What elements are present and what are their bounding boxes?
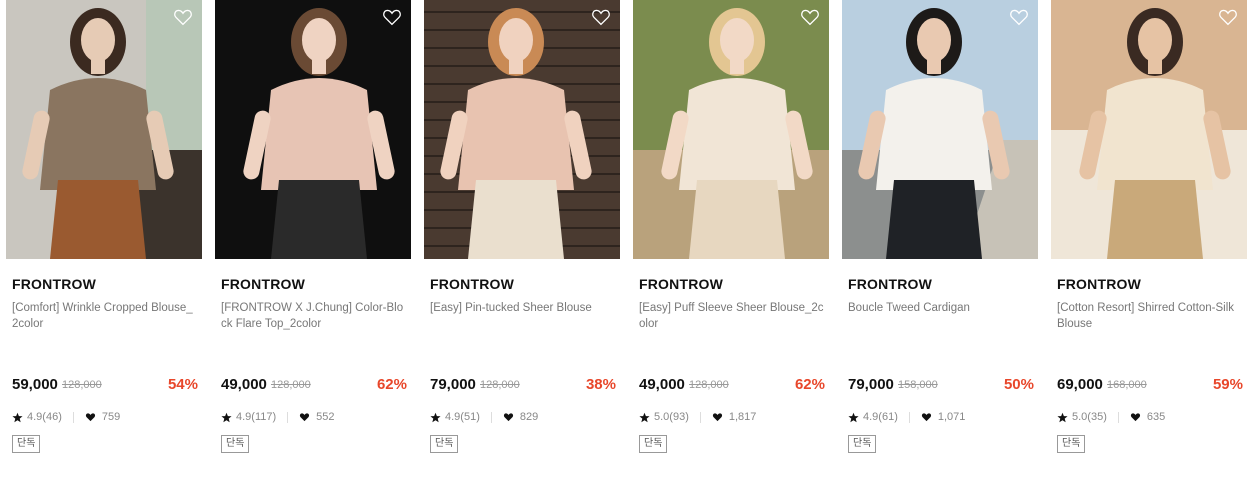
brand-name[interactable]: FRONTROW bbox=[639, 276, 723, 292]
sale-price: 59,000 bbox=[12, 376, 58, 393]
model-photo bbox=[215, 0, 411, 259]
sale-price: 69,000 bbox=[1057, 376, 1103, 393]
brand-name[interactable]: FRONTROW bbox=[12, 276, 96, 292]
brand-name[interactable]: FRONTROW bbox=[430, 276, 514, 292]
heart-icon bbox=[1130, 413, 1140, 422]
heart-icon bbox=[300, 413, 310, 422]
star-icon bbox=[848, 412, 859, 422]
brand-name[interactable]: FRONTROW bbox=[848, 276, 932, 292]
sale-price: 49,000 bbox=[639, 376, 685, 393]
rating-text: 4.9(51) bbox=[445, 411, 480, 423]
star-icon bbox=[639, 412, 650, 422]
heart-outline-icon[interactable] bbox=[1218, 8, 1238, 26]
sale-price: 79,000 bbox=[430, 376, 476, 393]
sale-price: 49,000 bbox=[221, 376, 267, 393]
original-price: 128,000 bbox=[271, 379, 311, 391]
exclusive-badge: 단독 bbox=[430, 435, 459, 453]
product-image[interactable] bbox=[633, 0, 829, 259]
product-title[interactable]: [Cotton Resort] Shirred Cotton-Silk Blou… bbox=[1057, 300, 1243, 332]
rating-text: 4.9(46) bbox=[27, 411, 62, 423]
exclusive-badge: 단독 bbox=[848, 435, 877, 453]
product-meta: 4.9(46) 759 bbox=[12, 410, 120, 424]
heart-icon bbox=[921, 413, 931, 422]
meta-divider bbox=[72, 411, 74, 423]
star-icon bbox=[1057, 412, 1068, 422]
original-price: 168,000 bbox=[1107, 379, 1147, 391]
heart-icon bbox=[503, 413, 513, 422]
product-image[interactable] bbox=[842, 0, 1038, 259]
heart-outline-icon[interactable] bbox=[591, 8, 611, 26]
product-card[interactable]: FRONTROW [Easy] Puff Sleeve Sheer Blouse_… bbox=[633, 0, 829, 453]
meta-divider bbox=[908, 411, 910, 423]
likes-count: 552 bbox=[316, 411, 335, 423]
heart-outline-icon[interactable] bbox=[382, 8, 402, 26]
star-icon bbox=[430, 412, 441, 422]
product-title[interactable]: [Comfort] Wrinkle Cropped Blouse_2color bbox=[12, 300, 198, 332]
model-photo bbox=[424, 0, 620, 259]
meta-divider bbox=[699, 411, 701, 423]
likes-count: 1,817 bbox=[728, 411, 757, 423]
heart-outline-icon[interactable] bbox=[800, 8, 820, 26]
sale-price: 79,000 bbox=[848, 376, 894, 393]
original-price: 158,000 bbox=[898, 379, 938, 391]
likes-count: 829 bbox=[519, 411, 539, 423]
exclusive-badge: 단독 bbox=[639, 435, 668, 453]
discount-rate: 38% bbox=[585, 376, 616, 393]
heart-outline-icon[interactable] bbox=[1009, 8, 1029, 26]
exclusive-badge: 단독 bbox=[12, 435, 41, 453]
likes-count: 635 bbox=[1146, 411, 1166, 423]
product-image[interactable] bbox=[1051, 0, 1247, 259]
product-image[interactable] bbox=[6, 0, 202, 259]
model-photo bbox=[842, 0, 1038, 259]
discount-rate: 50% bbox=[1003, 376, 1034, 393]
product-card[interactable]: FRONTROW [Easy] Pin-tucked Sheer Blouse 79… bbox=[424, 0, 620, 453]
rating-text: 5.0(93) bbox=[654, 411, 689, 423]
product-card[interactable]: FRONTROW Boucle Tweed Cardigan 79,000 158,0… bbox=[842, 0, 1038, 453]
brand-name[interactable]: FRONTROW bbox=[1057, 276, 1141, 292]
rating-text: 4.9(61) bbox=[863, 411, 898, 423]
meta-divider bbox=[1117, 411, 1119, 423]
star-icon bbox=[12, 412, 23, 422]
discount-rate: 59% bbox=[1212, 376, 1243, 393]
product-title[interactable]: Boucle Tweed Cardigan bbox=[848, 300, 1034, 316]
product-grid: FRONTROW [Comfort] Wrinkle Cropped Blouse… bbox=[0, 0, 1251, 483]
meta-divider bbox=[287, 411, 289, 423]
heart-icon bbox=[712, 413, 722, 422]
product-meta: 4.9(117) 552 bbox=[221, 410, 335, 424]
product-card[interactable]: FRONTROW [Comfort] Wrinkle Cropped Blouse… bbox=[6, 0, 202, 453]
discount-rate: 62% bbox=[376, 376, 407, 393]
product-meta: 4.9(61) 1,071 bbox=[848, 410, 965, 424]
product-meta: 5.0(35) 635 bbox=[1057, 410, 1165, 424]
rating-text: 4.9(117) bbox=[236, 411, 277, 423]
product-card[interactable]: FRONTROW [FRONTROW X J.Chung] Color-Block… bbox=[215, 0, 411, 453]
product-title[interactable]: [Easy] Puff Sleeve Sheer Blouse_2color bbox=[639, 300, 825, 332]
heart-icon bbox=[85, 413, 95, 422]
original-price: 128,000 bbox=[62, 379, 102, 391]
likes-count: 1,071 bbox=[937, 411, 966, 423]
exclusive-badge: 단독 bbox=[221, 435, 250, 453]
product-image[interactable] bbox=[215, 0, 411, 259]
original-price: 128,000 bbox=[480, 379, 520, 391]
discount-rate: 54% bbox=[167, 376, 198, 393]
product-card[interactable]: FRONTROW [Cotton Resort] Shirred Cotton-S… bbox=[1051, 0, 1247, 453]
heart-outline-icon[interactable] bbox=[173, 8, 193, 26]
exclusive-badge: 단독 bbox=[1057, 435, 1086, 453]
original-price: 128,000 bbox=[689, 379, 729, 391]
meta-divider bbox=[490, 411, 492, 423]
product-meta: 4.9(51) 829 bbox=[430, 410, 538, 424]
star-icon bbox=[221, 412, 232, 422]
brand-name[interactable]: FRONTROW bbox=[221, 276, 305, 292]
discount-rate: 62% bbox=[794, 376, 825, 393]
product-title[interactable]: [FRONTROW X J.Chung] Color-Block Flare T… bbox=[221, 300, 407, 332]
model-photo bbox=[633, 0, 829, 259]
product-title[interactable]: [Easy] Pin-tucked Sheer Blouse bbox=[430, 300, 616, 316]
rating-text: 5.0(35) bbox=[1072, 411, 1107, 423]
product-image[interactable] bbox=[424, 0, 620, 259]
product-meta: 5.0(93) 1,817 bbox=[639, 410, 756, 424]
model-photo bbox=[1051, 0, 1247, 259]
model-photo bbox=[6, 0, 202, 259]
likes-count: 759 bbox=[101, 411, 121, 423]
